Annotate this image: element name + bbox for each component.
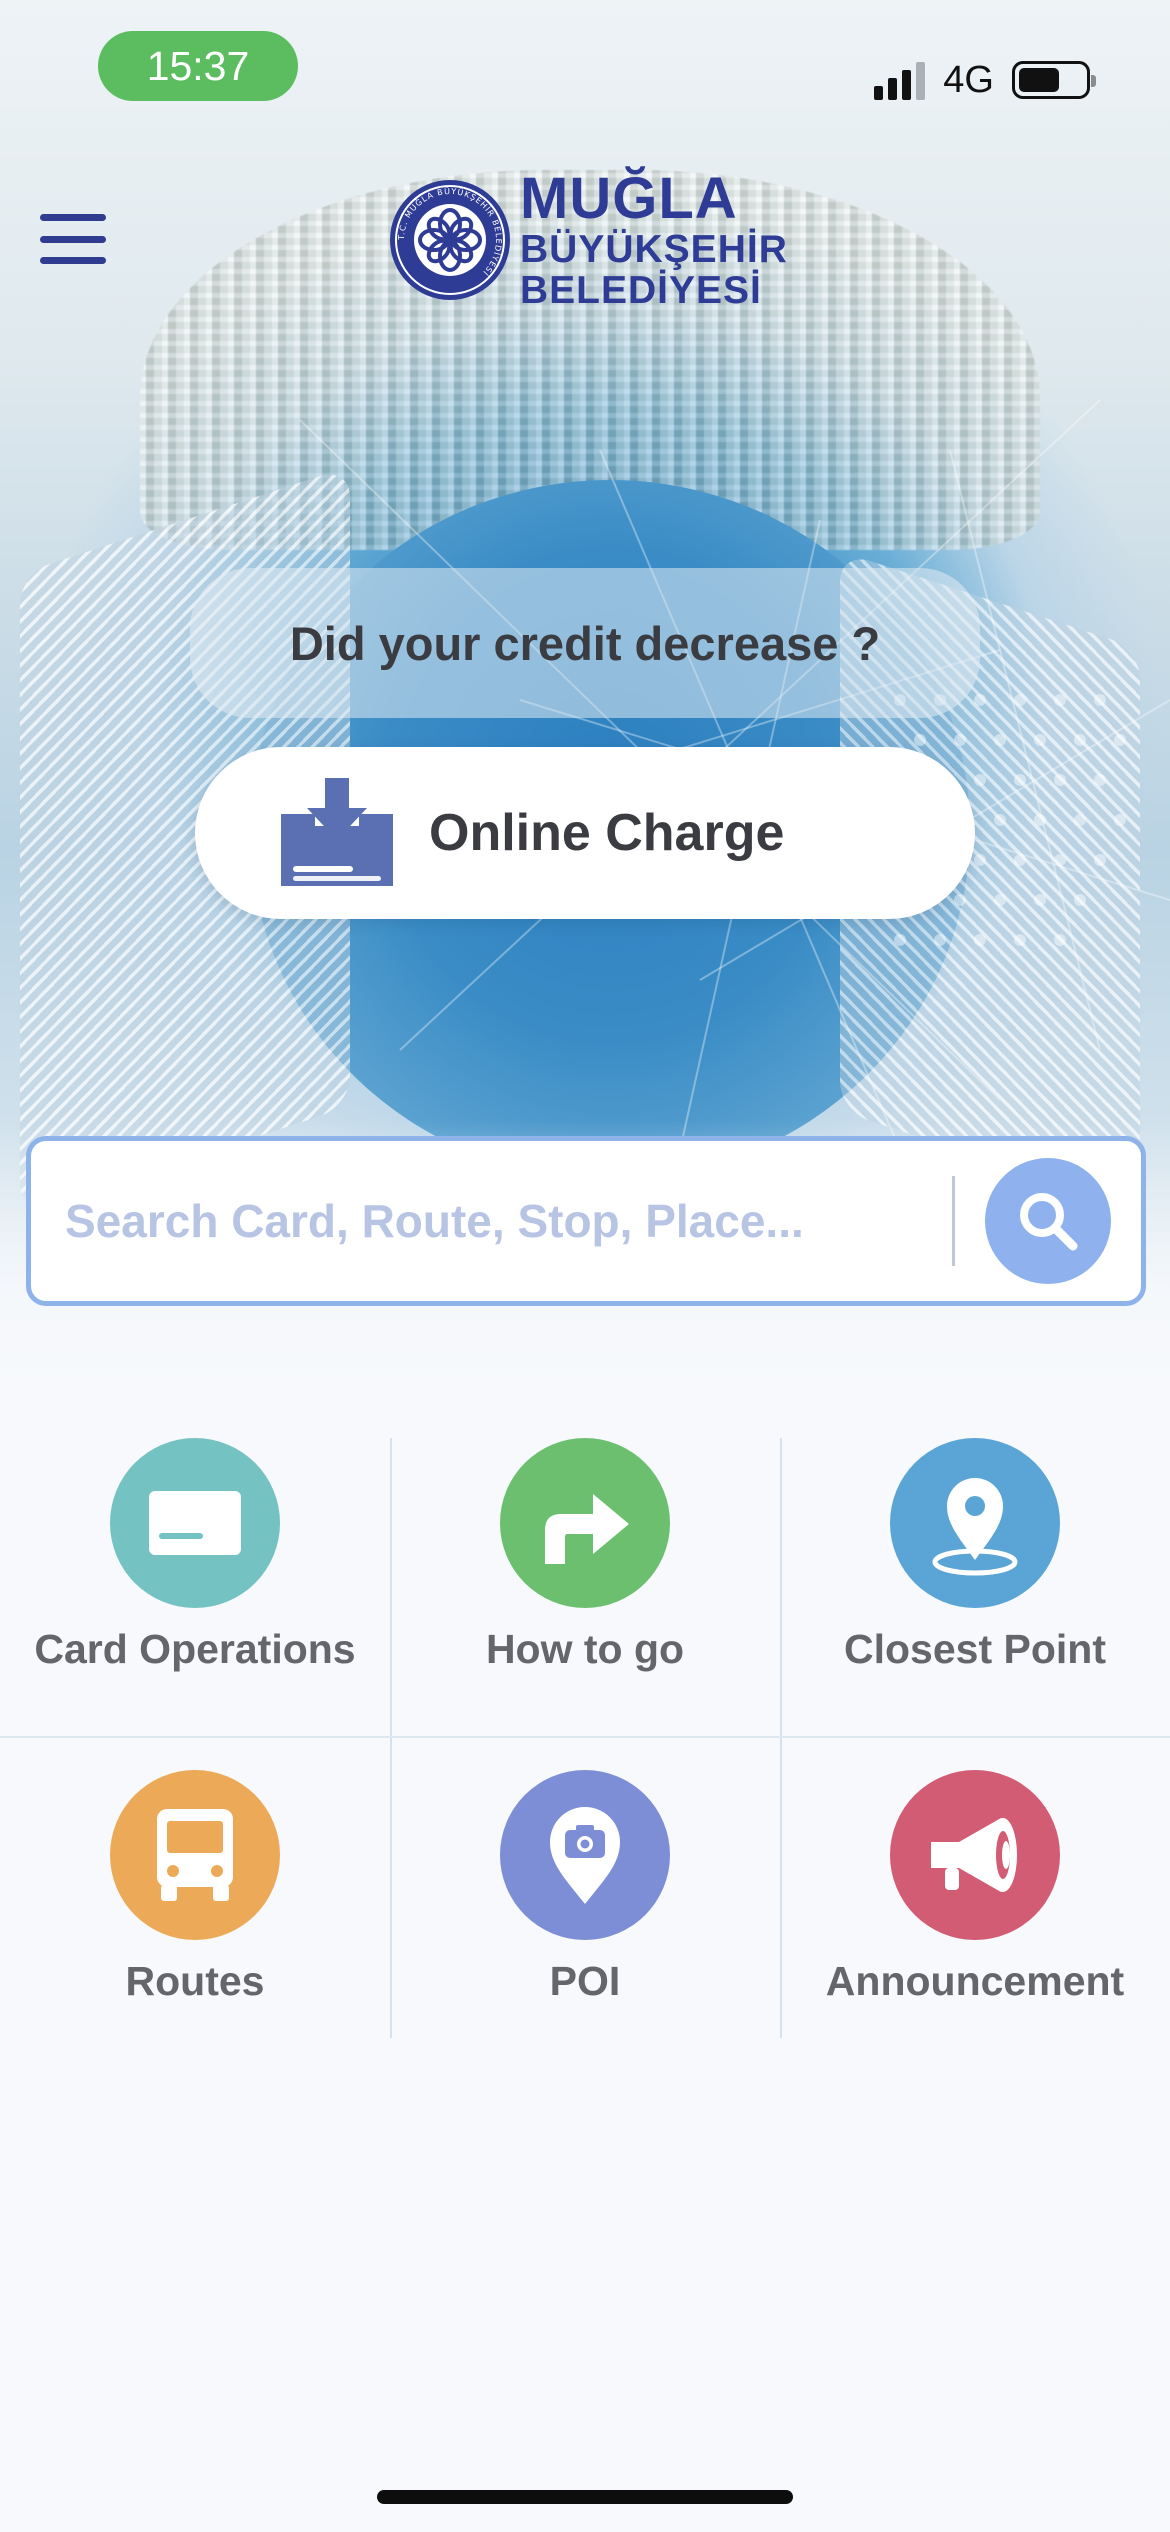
card-icon [149,1491,241,1555]
search-button[interactable] [985,1158,1111,1284]
network-type: 4G [943,58,994,101]
bus-icon [157,1809,233,1901]
menu-line-icon [40,235,106,243]
logo-line-2: BÜYÜKŞEHİR [520,228,788,271]
tile-icon-circle [890,1770,1060,1940]
tile-label: Card Operations [34,1626,356,1672]
location-pin-icon [932,1478,1018,1576]
logo-line-3: BELEDİYESİ [520,269,762,312]
tile-how-to-go[interactable]: How to go [390,1438,780,1673]
search-input[interactable] [31,1141,952,1301]
megaphone-icon [931,1818,1017,1892]
camera-pin-icon [550,1807,620,1904]
status-time: 15:37 [98,31,298,101]
turn-right-arrow-icon [545,1494,629,1564]
municipality-seal-icon: T.C. MUĞLA BÜYÜKŞEHİR BELEDİYESİ [390,180,510,300]
tile-label: POI [549,1958,621,2004]
online-charge-label: Online Charge [429,804,785,862]
tile-icon-circle [500,1438,670,1608]
tile-icon-circle [110,1770,280,1940]
tile-icon-circle [110,1438,280,1608]
tile-label: Closest Point [844,1626,1106,1672]
search-icon [1020,1193,1078,1251]
battery-icon [1012,61,1096,99]
tile-poi[interactable]: POI [390,1770,780,2005]
status-indicators: 4G [874,50,1096,110]
menu-line-icon [40,214,106,221]
tile-icon-circle [890,1438,1060,1608]
search-divider [952,1176,955,1266]
tile-label: Routes [125,1958,265,2004]
home-indicator [377,2490,793,2504]
hamburger-menu-button[interactable] [40,210,106,268]
tile-label: How to go [485,1626,685,1672]
tile-routes[interactable]: Routes [0,1770,390,2005]
search-bar [26,1136,1146,1306]
feature-grid: Card Operations How to go Closest Point [0,1438,1170,2038]
tile-announcement[interactable]: Announcement [780,1770,1170,2005]
online-charge-button[interactable]: Online Charge [195,747,975,919]
credit-prompt: Did your credit decrease ? [190,568,980,718]
download-tray-icon [281,778,393,886]
tile-closest-point[interactable]: Closest Point [780,1438,1170,1673]
municipality-logo: T.C. MUĞLA BÜYÜKŞEHİR BELEDİYESİ MUĞLA B… [388,170,788,310]
grid-divider [0,1736,1170,1738]
menu-line-icon [40,257,106,264]
tile-card-operations[interactable]: Card Operations [0,1438,390,1673]
logo-line-1: MUĞLA [520,166,738,231]
credit-prompt-text: Did your credit decrease ? [289,616,881,670]
tile-icon-circle [500,1770,670,1940]
tile-label: Announcement [825,1958,1125,2004]
cellular-signal-icon [874,60,926,100]
